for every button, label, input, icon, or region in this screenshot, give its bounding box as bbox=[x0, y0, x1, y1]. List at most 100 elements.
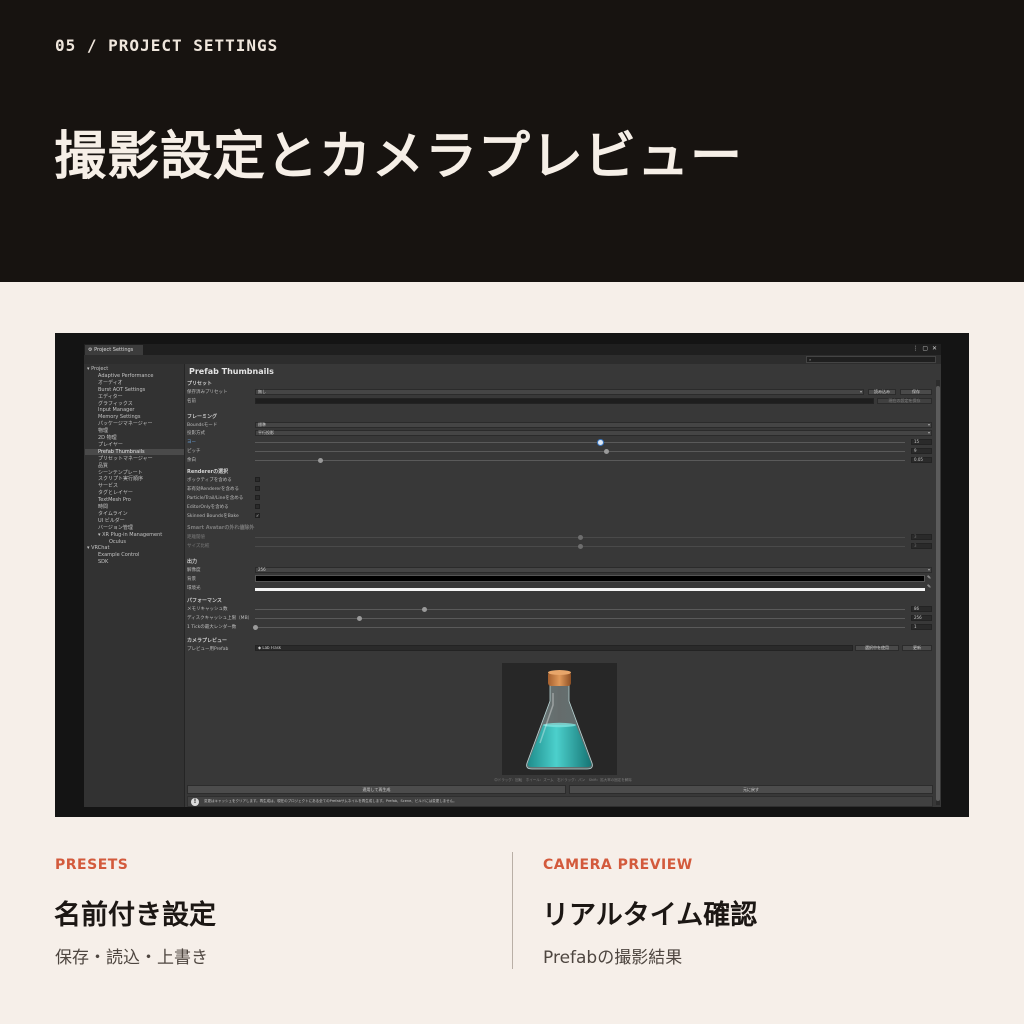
preview-controls-caption: 中ドラッグ：回転 ホイール：ズーム 右ドラッグ：パン Shift：拡大率の固定を… bbox=[494, 778, 632, 782]
tab-label: Project Settings bbox=[94, 347, 134, 353]
load-preset-button[interactable]: 読み込み bbox=[868, 389, 896, 395]
projection-dropdown[interactable]: 平行投影 bbox=[255, 430, 932, 436]
presets-feature-subtitle: 保存・読込・上書き bbox=[55, 948, 208, 968]
sidebar-item[interactable]: Prefab Thumbnails bbox=[85, 448, 184, 455]
renderer-option-checkbox[interactable] bbox=[255, 486, 260, 491]
disk-cache-handle[interactable] bbox=[357, 616, 362, 621]
background-eyedropper-icon[interactable]: ✎ bbox=[927, 575, 931, 581]
bounds-mode-dropdown[interactable]: 標準 bbox=[255, 422, 932, 428]
presets-section-title: プリセット bbox=[187, 381, 213, 387]
use-selection-button[interactable]: 選択中を使用 bbox=[855, 645, 899, 651]
background-color-field[interactable] bbox=[255, 575, 925, 582]
tick-render-label: 1 Tickの最大レンダー数 bbox=[187, 625, 237, 630]
sidebar-item[interactable]: Memory Settings bbox=[98, 414, 140, 420]
ambient-color-field[interactable] bbox=[255, 588, 925, 591]
renderer-option-checkbox[interactable] bbox=[255, 504, 260, 509]
sidebar-item[interactable]: UI ビルダー bbox=[98, 518, 125, 524]
save-current-settings-button[interactable]: 現在の設定を保存 bbox=[877, 398, 932, 404]
renderer-option-label: ボックティブを含める bbox=[187, 478, 232, 483]
renderer-option-checkbox[interactable] bbox=[255, 495, 260, 500]
sidebar-item[interactable]: プリセットマネージャー bbox=[98, 456, 153, 462]
help-box: ! 変更はキャッシュをクリアします。再生成は、現在のプロジェクトにある全てのPr… bbox=[187, 796, 933, 807]
sidebar-item[interactable]: SDK bbox=[98, 559, 108, 565]
sidebar-item[interactable]: オーディオ bbox=[98, 380, 123, 386]
tab-project-settings[interactable]: ⚙ Project Settings bbox=[85, 345, 143, 355]
renderer-option-label: 非有効Rendererを含める bbox=[187, 487, 240, 492]
sidebar-item[interactable]: Oculus bbox=[109, 539, 126, 545]
info-icon: ! bbox=[191, 798, 199, 806]
inspector-scrollbar[interactable] bbox=[936, 380, 940, 805]
sidebar-item[interactable]: Input Manager bbox=[98, 407, 134, 413]
camera-preview-feature-tag: CAMERA PREVIEW bbox=[543, 857, 693, 873]
sidebar-item[interactable]: ▾ XR Plug-in Management bbox=[98, 532, 162, 538]
flask-render bbox=[526, 670, 593, 770]
disk-cache-track[interactable] bbox=[255, 618, 905, 619]
margin-slider-track[interactable] bbox=[255, 460, 905, 461]
sidebar-item[interactable]: バージョン管理 bbox=[98, 525, 133, 531]
sidebar-item[interactable]: タイムライン bbox=[98, 511, 128, 517]
sidebar-item[interactable]: Burst AOT Settings bbox=[98, 387, 145, 393]
renderer-option-checkbox[interactable] bbox=[255, 477, 260, 482]
screenshot-frame: ⚙ Project Settings ⋮ ▢ ✕ ⌕ ▾ Project Adap… bbox=[55, 333, 969, 817]
memory-cache-track[interactable] bbox=[255, 609, 905, 610]
sidebar-item[interactable]: シーンテンプレート bbox=[98, 470, 143, 476]
yaw-slider-track[interactable] bbox=[255, 442, 905, 443]
resolution-dropdown[interactable]: 256 bbox=[255, 567, 932, 573]
sidebar-item[interactable]: ▾ VRChat bbox=[87, 545, 109, 551]
margin-value-field[interactable]: 0.05 bbox=[911, 457, 932, 463]
sidebar-item[interactable]: Adaptive Performance bbox=[98, 373, 153, 379]
memory-cache-handle[interactable] bbox=[422, 607, 427, 612]
sidebar-item[interactable]: プレイヤー bbox=[98, 442, 123, 448]
pitch-slider-track[interactable] bbox=[255, 451, 905, 452]
sidebar-item[interactable]: 物理 bbox=[98, 428, 108, 434]
margin-slider-handle[interactable] bbox=[318, 458, 323, 463]
project-settings-window: ⚙ Project Settings ⋮ ▢ ✕ ⌕ ▾ Project Adap… bbox=[84, 344, 941, 807]
yaw-value-field[interactable]: 15 bbox=[911, 439, 932, 445]
refresh-preview-button[interactable]: 更新 bbox=[902, 645, 932, 651]
sidebar-item[interactable]: エディター bbox=[98, 394, 123, 400]
preset-name-input[interactable] bbox=[255, 398, 874, 404]
distance-threshold-handle[interactable] bbox=[578, 535, 583, 540]
sidebar-item[interactable]: パッケージマネージャー bbox=[98, 421, 153, 427]
sidebar-item[interactable]: 品質 bbox=[98, 463, 108, 469]
sidebar-item[interactable]: スクリプト実行順序 bbox=[98, 476, 143, 482]
prefab-thumbnails-panel: Prefab Thumbnails プリセット 保存済みプリセット 無し 読み込… bbox=[185, 364, 941, 807]
saved-preset-dropdown[interactable]: 無し bbox=[255, 389, 864, 395]
memory-cache-field[interactable]: 86 bbox=[911, 606, 932, 612]
scrollbar-thumb[interactable] bbox=[936, 386, 940, 801]
tick-render-field[interactable]: 1 bbox=[911, 624, 932, 630]
sidebar-item[interactable]: グラフィックス bbox=[98, 401, 133, 407]
size-compare-field[interactable]: 3 bbox=[911, 543, 932, 549]
column-divider bbox=[512, 852, 513, 969]
sidebar-item[interactable]: Example Control bbox=[98, 552, 139, 558]
sidebar-item[interactable]: 2D 物理 bbox=[98, 435, 117, 441]
yaw-slider-handle[interactable] bbox=[597, 440, 603, 445]
sidebar-item[interactable]: ▾ Project bbox=[87, 366, 108, 372]
preset-name-label: 名前 bbox=[187, 399, 196, 404]
camera-preview-feature-title: リアルタイム確認 bbox=[542, 900, 758, 931]
sidebar-item[interactable]: TextMesh Pro bbox=[98, 497, 131, 503]
pitch-slider-handle[interactable] bbox=[604, 449, 609, 454]
yaw-label: ヨー bbox=[187, 440, 196, 445]
search-input[interactable]: ⌕ bbox=[806, 356, 936, 363]
window-controls[interactable]: ⋮ ▢ ✕ bbox=[912, 345, 938, 352]
performance-section-title: パフォーマンス bbox=[187, 598, 222, 604]
sidebar-item[interactable]: サービス bbox=[98, 483, 118, 489]
tick-render-handle[interactable] bbox=[253, 625, 258, 630]
renderer-option-checkbox[interactable]: ✓ bbox=[255, 513, 260, 518]
renderer-option-label: Skinned BoundsをBake bbox=[187, 514, 239, 519]
save-preset-button[interactable]: 保存 bbox=[900, 389, 932, 395]
sidebar-item[interactable]: 時間 bbox=[98, 504, 108, 510]
settings-sidebar: ▾ Project Adaptive Performance オーディオ Burst … bbox=[84, 364, 185, 807]
ambient-eyedropper-icon[interactable]: ✎ bbox=[927, 584, 931, 590]
size-compare-handle[interactable] bbox=[578, 544, 583, 549]
sidebar-item[interactable]: タグとレイヤー bbox=[98, 490, 133, 496]
tick-render-track[interactable] bbox=[255, 627, 905, 628]
preview-prefab-field[interactable]: ◆ Lab Flask bbox=[255, 645, 853, 651]
apply-regenerate-button[interactable]: 適用して再生成 bbox=[187, 785, 566, 794]
camera-preview-viewport[interactable] bbox=[502, 663, 617, 775]
pitch-value-field[interactable]: 9 bbox=[911, 448, 932, 454]
disk-cache-field[interactable]: 256 bbox=[911, 615, 932, 621]
distance-threshold-field[interactable]: 3 bbox=[911, 534, 932, 540]
revert-button[interactable]: 元に戻す bbox=[569, 785, 933, 794]
